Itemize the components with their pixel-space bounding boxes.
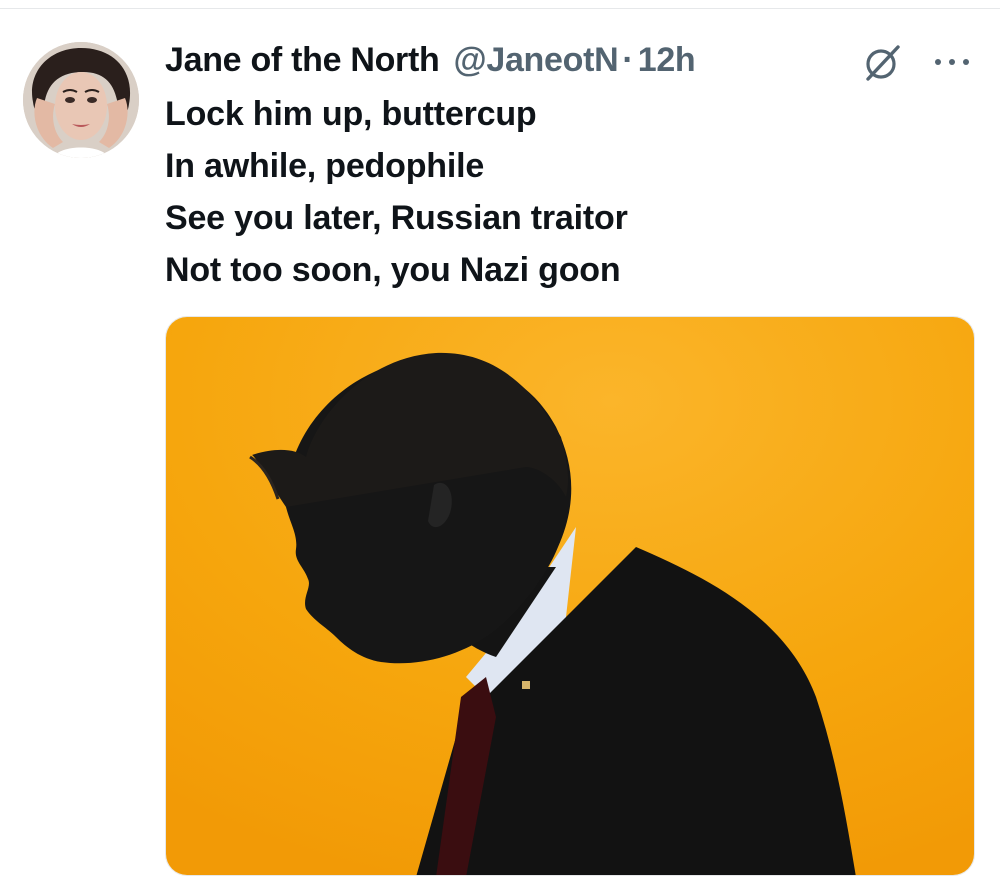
more-options-icon[interactable] [930, 52, 974, 72]
tweet-line: See you later, Russian traitor [165, 199, 628, 237]
silhouette-photo [166, 317, 974, 875]
tweet-media-image[interactable] [165, 316, 975, 876]
author-display-name[interactable]: Jane of the North [165, 41, 440, 80]
tweet-line: Not too soon, you Nazi goon [165, 251, 621, 289]
avatar-photo [23, 42, 139, 158]
header-separator: · [622, 40, 634, 79]
tweet-text: Lock him up, buttercup In awhile, pedoph… [165, 88, 965, 296]
tweet-line: Lock him up, buttercup [165, 95, 537, 133]
grok-icon[interactable] [860, 41, 904, 85]
tweet-timestamp[interactable]: 12h [638, 41, 696, 80]
top-divider [0, 8, 1000, 9]
tweet-line: In awhile, pedophile [165, 147, 485, 185]
author-handle[interactable]: @JaneotN [453, 41, 618, 80]
tweet-header: Jane of the North @JaneotN · 12h [165, 36, 696, 84]
avatar[interactable] [23, 42, 139, 158]
